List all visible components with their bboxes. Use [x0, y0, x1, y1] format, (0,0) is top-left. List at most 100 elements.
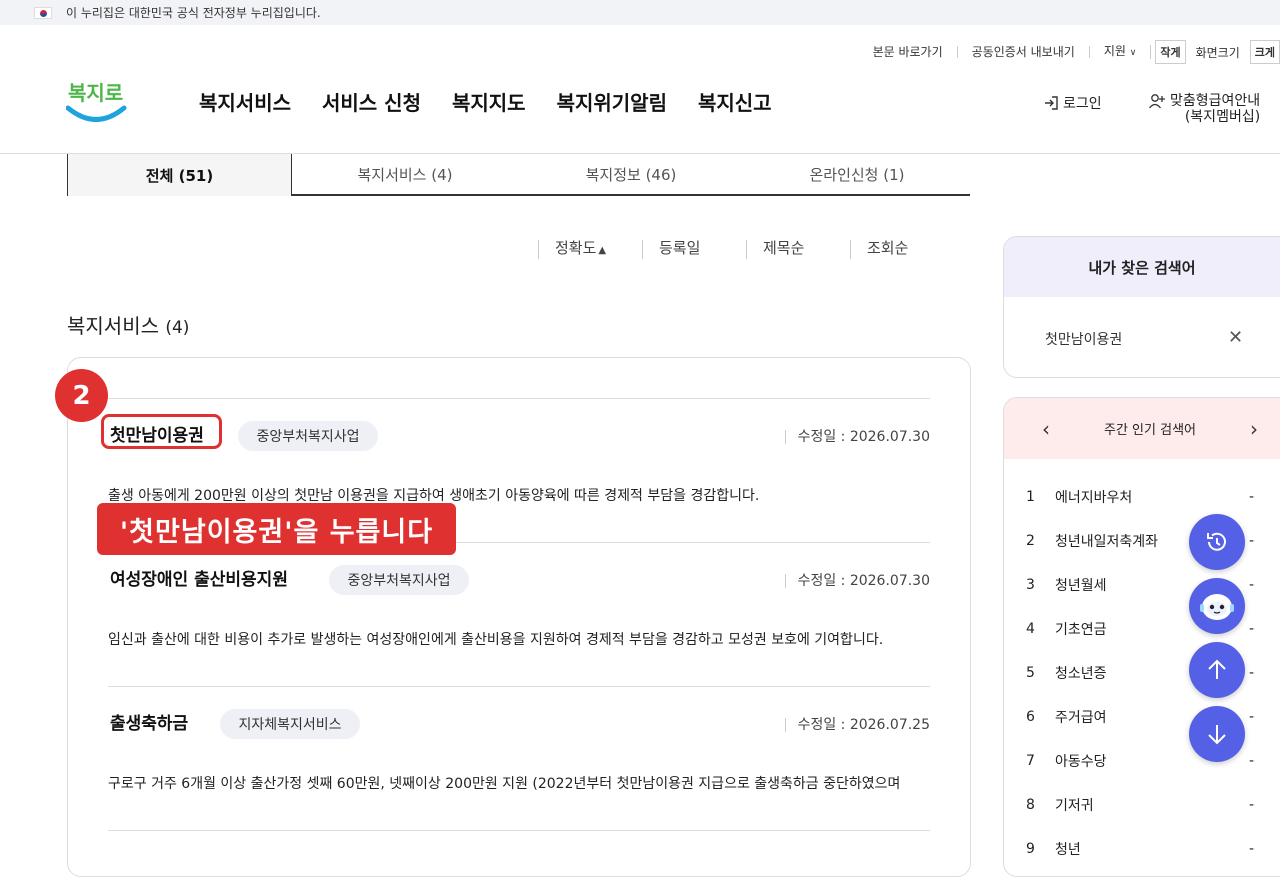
rank-number: 9 [1026, 841, 1035, 857]
history-icon [1207, 532, 1226, 551]
bokjiro-logo[interactable]: 복지로 [66, 75, 128, 125]
sort-accuracy-label: 정확도 [555, 239, 597, 257]
rank-term: 기초연금 [1055, 622, 1107, 638]
category-tag: 중앙부처복지사업 [329, 565, 469, 595]
rank-term: 청년월세 [1055, 578, 1107, 594]
popular-item[interactable]: 1 에너지바우처 - [1026, 487, 1254, 507]
tab-online-apply[interactable]: 온라인신청 (1) [744, 154, 970, 196]
tab-welfare-info[interactable]: 복지정보 (46) [518, 154, 744, 196]
membership-guide-link[interactable]: 맞춤형급여안내 (복지멤버십) [1148, 93, 1260, 125]
rank-number: 4 [1026, 621, 1035, 637]
arrow-down-icon [1208, 725, 1226, 745]
scroll-top-button[interactable] [1189, 642, 1245, 698]
result-description: 구로구 거주 6개월 이상 출산가정 셋째 60만원, 넷째이상 200만원 지… [108, 776, 901, 792]
rank-number: 5 [1026, 665, 1035, 681]
gov-notice-bar: 이 누리집은 대한민국 공식 전자정부 누리집입니다. [0, 0, 1280, 25]
rank-change: - [1248, 753, 1254, 769]
popular-search-panel: ‹ 주간 인기 검색어 › 1 에너지바우처 - 2 청년내일저축계좌 - 3 청년월세 -… [1003, 397, 1280, 877]
tab-welfare-service[interactable]: 복지서비스 (4) [292, 154, 518, 196]
rank-number: 7 [1026, 753, 1035, 769]
modified-date: 수정일 : 2026.07.25 [784, 718, 930, 732]
nav-welfare-service[interactable]: 복지서비스 [199, 87, 291, 116]
rank-term: 기저귀 [1055, 798, 1094, 814]
rank-change: - [1248, 577, 1254, 593]
recent-history-button[interactable] [1189, 514, 1245, 570]
section-title: 복지서비스 (4) [67, 310, 189, 339]
logo-text: 복지로 [68, 81, 123, 105]
rank-change: - [1248, 709, 1254, 725]
sort-date[interactable]: 등록일 [642, 240, 746, 259]
skip-to-content-link[interactable]: 본문 바로가기 [859, 46, 958, 58]
sort-views[interactable]: 조회순 [850, 240, 954, 259]
arrow-up-icon [1208, 659, 1226, 679]
font-large-button[interactable]: 크게 [1249, 40, 1280, 64]
rank-number: 1 [1026, 489, 1035, 505]
section-title-text: 복지서비스 [67, 314, 159, 338]
rank-term: 아동수당 [1055, 754, 1107, 770]
result-item-divider [108, 830, 930, 860]
result-description: 임신과 출산에 대한 비용이 추가로 발생하는 여성장애인에게 출산비용을 지원… [108, 632, 884, 648]
login-label: 로그인 [1063, 96, 1102, 112]
rank-change: - [1248, 841, 1254, 857]
add-user-icon [1148, 94, 1165, 109]
support-dropdown[interactable]: 지원 ∨ [1090, 45, 1152, 59]
result-item: 출생축하금 지자체복지서비스 수정일 : 2026.07.25 구로구 거주 6… [108, 686, 930, 830]
login-icon [1045, 96, 1058, 110]
rank-number: 2 [1026, 533, 1035, 549]
chatbot-icon [1200, 594, 1234, 620]
sort-options: 정확도 ▲ 등록일 제목순 조회순 [538, 240, 954, 259]
rank-number: 3 [1026, 577, 1035, 593]
screen-size-label: 화면크기 [1195, 45, 1240, 60]
site-header: 본문 바로가기 공동인증서 내보내기 지원 ∨ 작게 화면크기 크게 복지로 복… [0, 25, 1280, 154]
gov-notice-text: 이 누리집은 대한민국 공식 전자정부 누리집입니다. [66, 6, 321, 20]
result-tabs: 전체 (51) 복지서비스 (4) 복지정보 (46) 온라인신청 (1) [67, 154, 970, 196]
my-search-title: 내가 찾은 검색어 [1004, 237, 1280, 297]
membership-line2: (복지멤버십) [1184, 109, 1261, 125]
rank-term: 청년내일저축계좌 [1055, 534, 1159, 550]
rank-change: - [1248, 489, 1254, 505]
nav-crisis-alert[interactable]: 복지위기알림 [557, 87, 667, 116]
scroll-bottom-button[interactable] [1189, 706, 1245, 762]
step-badge: 2 [55, 369, 108, 422]
rank-term: 청소년증 [1055, 666, 1107, 682]
popular-title: 주간 인기 검색어 [1104, 423, 1196, 438]
modified-date: 수정일 : 2026.07.30 [784, 574, 930, 588]
highlight-box [101, 414, 222, 449]
result-item: 여성장애인 출산비용지원 중앙부처복지사업 수정일 : 2026.07.30 임… [108, 542, 930, 686]
category-tag: 지자체복지서비스 [220, 709, 360, 739]
sort-title[interactable]: 제목순 [746, 240, 850, 259]
chevron-right-icon[interactable]: › [1250, 417, 1258, 441]
login-button[interactable]: 로그인 [1043, 93, 1102, 113]
rank-change: - [1248, 665, 1254, 681]
popular-header: ‹ 주간 인기 검색어 › [1004, 398, 1280, 459]
nav-welfare-map[interactable]: 복지지도 [452, 87, 526, 116]
membership-line1: 맞춤형급여안내 [1170, 93, 1261, 109]
rank-change: - [1248, 797, 1254, 813]
close-icon[interactable]: ✕ [1228, 327, 1243, 348]
cert-export-link[interactable]: 공동인증서 내보내기 [958, 46, 1090, 58]
support-label: 지원 [1103, 44, 1126, 58]
my-search-keyword[interactable]: 첫만남이용권 [1045, 329, 1122, 349]
modified-date: 수정일 : 2026.07.30 [784, 430, 930, 444]
utility-menu: 본문 바로가기 공동인증서 내보내기 지원 ∨ 작게 화면크기 크게 [859, 40, 1280, 64]
instruction-callout: '첫만남이용권'을 누릅니다 [97, 503, 456, 555]
sort-accuracy[interactable]: 정확도 ▲ [538, 240, 642, 259]
tab-all[interactable]: 전체 (51) [67, 154, 292, 196]
rank-term: 주거급여 [1055, 710, 1107, 726]
result-description: 출생 아동에게 200만원 이상의 첫만남 이용권을 지급하여 생애초기 아동양… [108, 488, 760, 504]
nav-service-apply[interactable]: 서비스 신청 [322, 87, 421, 116]
chatbot-button[interactable] [1189, 578, 1245, 634]
popular-item[interactable]: 8 기저귀 - [1026, 795, 1254, 815]
category-tag: 중앙부처복지사업 [238, 421, 378, 451]
chevron-down-icon: ∨ [1129, 48, 1137, 58]
rank-change: - [1248, 533, 1254, 549]
result-title-link[interactable]: 출생축하금 [110, 709, 188, 734]
nav-welfare-report[interactable]: 복지신고 [698, 87, 772, 116]
rank-number: 6 [1026, 709, 1035, 725]
font-small-button[interactable]: 작게 [1155, 40, 1186, 64]
chevron-left-icon[interactable]: ‹ [1042, 417, 1050, 441]
rank-number: 8 [1026, 797, 1035, 813]
result-title-link[interactable]: 여성장애인 출산비용지원 [110, 565, 288, 590]
main-navigation: 복지서비스 서비스 신청 복지지도 복지위기알림 복지신고 [199, 87, 772, 116]
popular-item[interactable]: 9 청년 - [1026, 839, 1254, 859]
